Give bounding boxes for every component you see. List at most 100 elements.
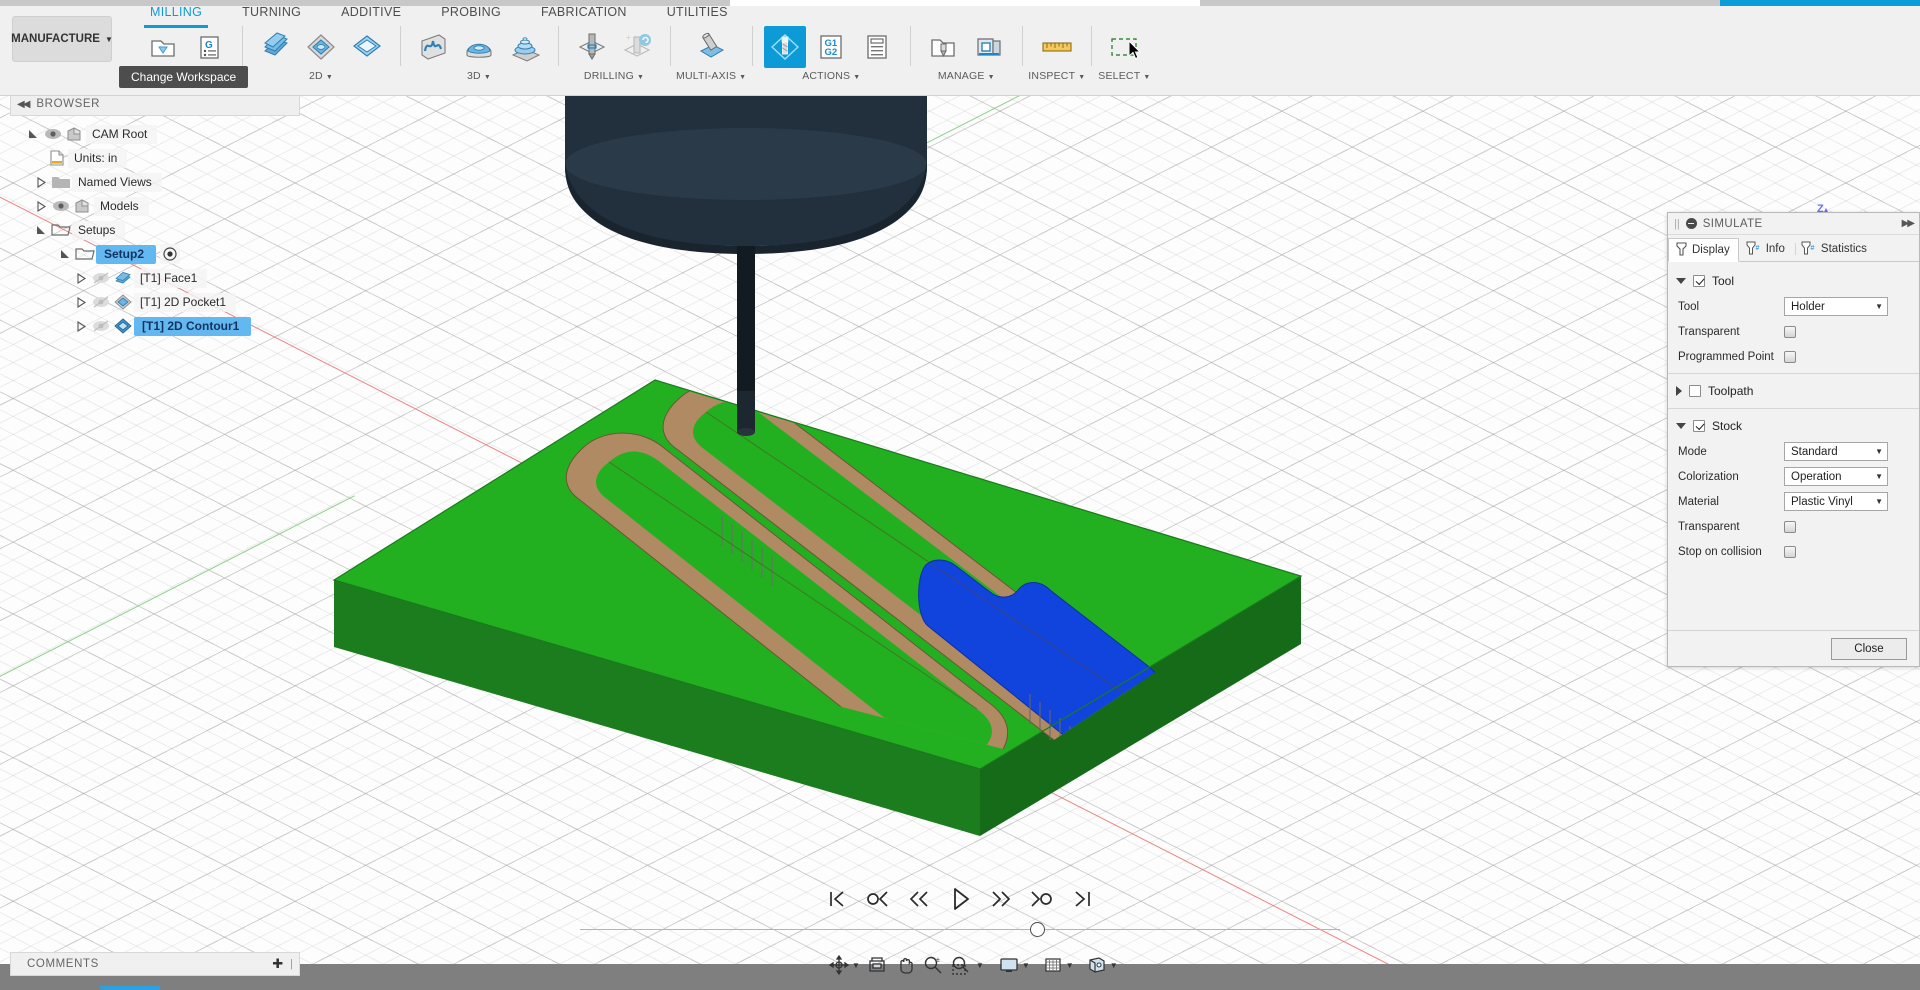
ribbon-group-label-drilling[interactable]: DRILLING ▼: [584, 70, 644, 82]
tree-item-face1[interactable]: [T1] Face1: [10, 266, 300, 290]
chevron-right-icon[interactable]: [1676, 386, 1682, 396]
display-settings-button[interactable]: ▼: [996, 954, 1032, 976]
section-header-toolpath[interactable]: Toolpath: [1668, 378, 1919, 404]
tree-item-named-views[interactable]: Named Views: [10, 170, 300, 194]
visibility-off-icon[interactable]: [90, 291, 112, 313]
ribbon-group-multiaxis: MULTI-AXIS ▼: [670, 22, 752, 82]
ribbon-group-label-3d[interactable]: 3D ▼: [467, 70, 491, 82]
scrubber-handle[interactable]: [1030, 922, 1045, 937]
ribbon-group-label-multiaxis[interactable]: MULTI-AXIS ▼: [676, 70, 746, 82]
stock-section-checkbox[interactable]: [1693, 420, 1705, 432]
close-button[interactable]: Close: [1831, 637, 1907, 660]
twisty-right-icon[interactable]: [72, 290, 90, 314]
drill-icon[interactable]: [570, 26, 612, 68]
programmed-point-toggle[interactable]: [1784, 350, 1796, 363]
chevron-down-icon[interactable]: [1676, 278, 1686, 284]
twisty-down-icon[interactable]: [24, 122, 42, 146]
ribbon-group-label-2d[interactable]: 2D ▼: [309, 70, 333, 82]
twisty-down-icon[interactable]: [32, 218, 50, 242]
tree-item-setups[interactable]: Setups: [10, 218, 300, 242]
tab-display[interactable]: Display: [1668, 238, 1739, 262]
tool-select[interactable]: Holder ▼: [1784, 297, 1888, 316]
machine-library-icon[interactable]: [968, 26, 1010, 68]
viewports-button[interactable]: ▼: [1084, 954, 1120, 976]
look-at-button[interactable]: [864, 954, 890, 976]
grid-snaps-button[interactable]: ▼: [1040, 954, 1076, 976]
colorization-select[interactable]: Operation ▼: [1784, 467, 1888, 486]
visibility-eye-icon[interactable]: [50, 195, 72, 217]
tab-statistics[interactable]: # Statistics: [1794, 237, 1876, 261]
toolpath-section-checkbox[interactable]: [1689, 385, 1701, 397]
tool-transparent-toggle[interactable]: [1784, 325, 1796, 338]
fast-forward-button[interactable]: [984, 884, 1018, 914]
setup-active-radio-icon[interactable]: [160, 244, 181, 264]
face-icon[interactable]: [254, 26, 296, 68]
minimize-icon[interactable]: [1685, 218, 1697, 229]
section-header-stock[interactable]: Stock: [1668, 413, 1919, 439]
zoom-window-button[interactable]: ▼: [948, 954, 986, 976]
tab-info[interactable]: # Info: [1739, 237, 1794, 261]
simulation-scrubber[interactable]: [580, 922, 1340, 938]
expand-right-icon[interactable]: ▶▶: [1902, 218, 1915, 229]
section-header-tool[interactable]: Tool: [1668, 268, 1919, 294]
drag-grip-icon[interactable]: ||: [1674, 218, 1680, 230]
parallel-3d-icon[interactable]: [458, 26, 500, 68]
ribbon-group-label-manage[interactable]: MANAGE ▼: [938, 70, 995, 82]
mode-select[interactable]: Standard ▼: [1784, 442, 1888, 461]
scallop-3d-icon[interactable]: [504, 26, 546, 68]
resize-grip-icon[interactable]: |: [290, 958, 293, 970]
select-window-icon[interactable]: [1103, 26, 1145, 68]
material-select[interactable]: Plastic Vinyl ▼: [1784, 492, 1888, 511]
add-comment-icon[interactable]: ✚: [272, 956, 283, 972]
ncprogram-g-icon[interactable]: G: [188, 26, 230, 68]
twisty-right-icon[interactable]: [32, 170, 50, 194]
zoom-button[interactable]: ±: [920, 954, 946, 976]
simulate-icon[interactable]: [764, 26, 807, 68]
scrubber-track[interactable]: [580, 929, 1340, 930]
visibility-eye-icon[interactable]: [42, 123, 64, 145]
pocket-2d-icon[interactable]: [300, 26, 342, 68]
step-forward-rapid-button[interactable]: [1025, 884, 1059, 914]
tool-section-checkbox[interactable]: [1693, 275, 1705, 287]
skip-to-start-button[interactable]: [820, 884, 854, 914]
twisty-down-icon[interactable]: [56, 242, 74, 266]
tree-item-2d-contour1[interactable]: [T1] 2D Contour1: [10, 314, 300, 338]
swarf-multiaxis-icon[interactable]: [690, 26, 732, 68]
pan-button[interactable]: [892, 954, 918, 976]
contour-2d-icon[interactable]: [346, 26, 388, 68]
visibility-off-icon[interactable]: [90, 315, 112, 337]
twisty-right-icon[interactable]: [72, 314, 90, 338]
visibility-off-icon[interactable]: [90, 267, 112, 289]
tree-item-units[interactable]: Units: in: [10, 146, 300, 170]
ribbon-group-label-actions[interactable]: ACTIONS ▼: [802, 70, 860, 82]
rewind-button[interactable]: [902, 884, 936, 914]
tab-statistics-label: Statistics: [1820, 242, 1867, 255]
twisty-right-icon[interactable]: [32, 194, 50, 218]
skip-to-end-button[interactable]: [1066, 884, 1100, 914]
simulate-dialog-titlebar[interactable]: || SIMULATE ▶▶: [1668, 213, 1919, 235]
setup-icon[interactable]: [142, 26, 184, 68]
bore-wizard-icon[interactable]: +: [616, 26, 658, 68]
tree-item-2d-pocket1[interactable]: [T1] 2D Pocket1: [10, 290, 300, 314]
tree-item-models[interactable]: Models: [10, 194, 300, 218]
browser-title: BROWSER: [36, 98, 101, 110]
post-process-g1g2-icon[interactable]: G1 G2: [810, 26, 852, 68]
twisty-right-icon[interactable]: [72, 266, 90, 290]
chevron-down-icon[interactable]: [1676, 423, 1686, 429]
collapse-left-icon[interactable]: ◀◀: [17, 99, 30, 110]
measure-icon[interactable]: [1036, 26, 1078, 68]
orbit-button[interactable]: ▼: [826, 954, 862, 976]
svg-text:#: #: [1755, 245, 1759, 252]
tree-item-setup2[interactable]: Setup2: [10, 242, 300, 266]
step-back-rapid-button[interactable]: [861, 884, 895, 914]
tree-item-cam-root[interactable]: CAM Root: [10, 122, 300, 146]
workspace-switcher-button[interactable]: MANUFACTURE ▼: [11, 16, 113, 62]
ribbon-group-label-inspect[interactable]: INSPECT ▼: [1028, 70, 1085, 82]
adaptive-3d-icon[interactable]: [412, 26, 454, 68]
play-button[interactable]: [943, 884, 977, 914]
ribbon-group-label-select[interactable]: SELECT ▼: [1098, 70, 1150, 82]
stop-on-collision-toggle[interactable]: [1784, 545, 1796, 558]
setup-sheet-icon[interactable]: [856, 26, 898, 68]
stock-transparent-toggle[interactable]: [1784, 520, 1796, 533]
tool-library-icon[interactable]: [922, 26, 964, 68]
